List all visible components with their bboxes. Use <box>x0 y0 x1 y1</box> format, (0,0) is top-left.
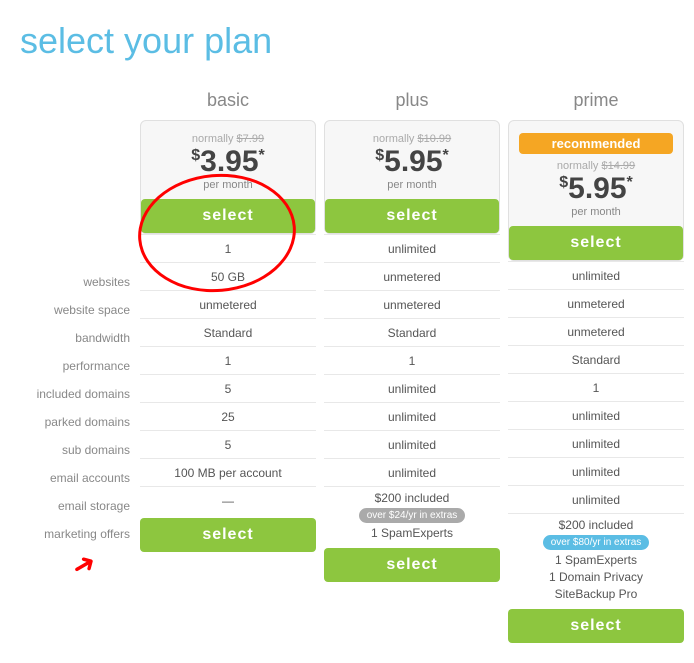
normally-price-plus: normally $10.99 <box>373 133 451 145</box>
label-performance: performance <box>10 352 140 380</box>
select-button-plus-bottom[interactable]: select <box>324 548 500 582</box>
normally-price-prime: normally $14.99 <box>557 160 635 172</box>
label-marketing-offers: marketing offers <box>10 520 140 548</box>
main-price-basic: $3.95* <box>191 147 265 177</box>
feature-website-space-plus: unmetered <box>324 262 500 290</box>
plans-area: basic normally $7.99 $3.95* per month se… <box>140 86 684 643</box>
feature-email-storage-prime: unlimited <box>508 485 684 513</box>
feature-sub-domains-basic: 25 <box>140 402 316 430</box>
feature-performance-plus: Standard <box>324 318 500 346</box>
plan-col-basic: basic normally $7.99 $3.95* per month se… <box>140 86 316 643</box>
feature-included-domains-plus: 1 <box>324 346 500 374</box>
main-price-prime: $5.95* <box>559 174 633 204</box>
plan-name-prime: prime <box>573 86 618 114</box>
feature-websites-plus: unlimited <box>324 234 500 262</box>
per-month-basic: per month <box>203 179 253 191</box>
feature-email-accounts-basic: 5 <box>140 430 316 458</box>
label-email-storage: email storage <box>10 492 140 520</box>
feature-email-storage-plus: unlimited <box>324 458 500 486</box>
feature-email-accounts-prime: unlimited <box>508 457 684 485</box>
plan-col-prime: prime recommended normally $14.99 $5.95*… <box>508 86 684 643</box>
per-month-plus: per month <box>387 179 437 191</box>
feature-sub-domains-prime: unlimited <box>508 429 684 457</box>
feature-website-space-prime: unmetered <box>508 289 684 317</box>
label-bandwidth: bandwidth <box>10 324 140 352</box>
feature-website-space-basic: 50 GB <box>140 262 316 290</box>
label-included-domains: included domains <box>10 380 140 408</box>
feature-parked-domains-plus: unlimited <box>324 374 500 402</box>
feature-bandwidth-plus: unmetered <box>324 290 500 318</box>
feature-included-domains-basic: 1 <box>140 346 316 374</box>
feature-rows-basic: 1 50 GB unmetered Standard 1 5 25 5 100 … <box>140 234 316 514</box>
feature-websites-prime: unlimited <box>508 261 684 289</box>
label-sub-domains: sub domains <box>10 436 140 464</box>
page-title: select your plan <box>10 20 684 62</box>
feature-bandwidth-basic: unmetered <box>140 290 316 318</box>
feature-marketing-plus: $200 included over $24/yr in extras 1 Sp… <box>324 486 500 544</box>
feature-rows-prime: unlimited unmetered unmetered Standard 1… <box>508 261 684 605</box>
plan-card-plus: normally $10.99 $5.95* per month select <box>324 120 500 234</box>
plan-name-basic: basic <box>207 86 249 114</box>
plan-card-prime: recommended normally $14.99 $5.95* per m… <box>508 120 684 261</box>
feature-sub-domains-plus: unlimited <box>324 402 500 430</box>
feature-labels-column: websites website space bandwidth perform… <box>10 86 140 548</box>
feature-parked-domains-prime: unlimited <box>508 401 684 429</box>
feature-marketing-prime: $200 included over $80/yr in extras 1 Sp… <box>508 513 684 605</box>
extras-badge-prime: over $80/yr in extras <box>543 535 650 550</box>
select-button-basic-bottom[interactable]: select <box>140 518 316 552</box>
plans-wrapper: websites website space bandwidth perform… <box>10 86 684 643</box>
feature-email-storage-basic: 100 MB per account <box>140 458 316 486</box>
label-website-space: website space <box>10 296 140 324</box>
select-button-prime-bottom[interactable]: select <box>508 609 684 643</box>
label-parked-domains: parked domains <box>10 408 140 436</box>
normally-price-basic: normally $7.99 <box>192 133 264 145</box>
feature-performance-prime: Standard <box>508 345 684 373</box>
feature-email-accounts-plus: unlimited <box>324 430 500 458</box>
feature-bandwidth-prime: unmetered <box>508 317 684 345</box>
per-month-prime: per month <box>571 206 621 218</box>
feature-included-domains-prime: 1 <box>508 373 684 401</box>
select-button-basic-top[interactable]: select <box>141 199 315 233</box>
plan-col-plus: plus normally $10.99 $5.95* per month se… <box>324 86 500 643</box>
label-email-accounts: email accounts <box>10 464 140 492</box>
main-price-plus: $5.95* <box>375 147 449 177</box>
label-websites: websites <box>10 268 140 296</box>
recommended-badge: recommended <box>519 133 673 154</box>
feature-performance-basic: Standard <box>140 318 316 346</box>
feature-marketing-basic: — <box>140 486 316 514</box>
extras-badge-plus: over $24/yr in extras <box>359 508 466 523</box>
plan-name-plus: plus <box>395 86 428 114</box>
plan-card-basic: normally $7.99 $3.95* per month select <box>140 120 316 234</box>
feature-parked-domains-basic: 5 <box>140 374 316 402</box>
plans-outer-wrapper: ➜ websites website space bandwidth perfo… <box>10 86 684 643</box>
select-button-plus-top[interactable]: select <box>325 199 499 233</box>
select-button-prime-top[interactable]: select <box>509 226 683 260</box>
feature-websites-basic: 1 <box>140 234 316 262</box>
feature-rows-plus: unlimited unmetered unmetered Standard 1… <box>324 234 500 544</box>
